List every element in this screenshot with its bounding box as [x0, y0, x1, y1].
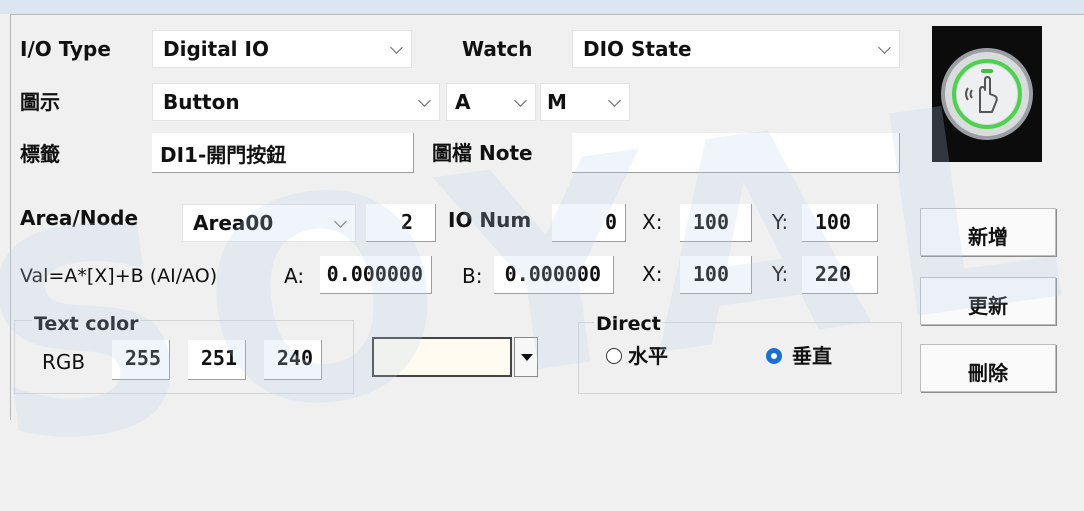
x2-value: 100: [692, 262, 729, 286]
rgb-b-input[interactable]: 240: [264, 340, 322, 380]
y2-value: 220: [814, 262, 851, 286]
x2-label: X:: [642, 262, 663, 286]
title-strip: [0, 0, 1084, 14]
rgb-b-value: 240: [276, 346, 313, 370]
x1-input[interactable]: 100: [680, 204, 752, 242]
note-input[interactable]: [572, 133, 900, 173]
update-button[interactable]: 更新: [920, 277, 1056, 325]
align-a-select[interactable]: A: [446, 83, 536, 121]
note-label: 圖檔 Note: [432, 141, 533, 165]
direct-title: Direct: [594, 312, 663, 336]
chevron-down-icon: [878, 41, 891, 54]
watch-value: DIO State: [583, 37, 692, 61]
chevron-down-icon: [514, 94, 527, 107]
add-button-label: 新增: [968, 225, 1008, 249]
rgb-label: RGB: [42, 350, 86, 374]
chevron-down-icon: [608, 94, 621, 107]
y2-label: Y:: [772, 262, 789, 286]
rgb-r-input[interactable]: 255: [112, 340, 170, 380]
io-num-input[interactable]: 0: [552, 204, 626, 242]
io-type-select[interactable]: Digital IO: [152, 30, 412, 68]
chevron-down-icon: [390, 41, 403, 54]
b-label: B:: [462, 264, 483, 288]
a-value: 0.000000: [326, 262, 423, 286]
x1-value: 100: [692, 210, 729, 234]
io-type-value: Digital IO: [163, 37, 269, 61]
delete-button-label: 刪除: [968, 361, 1008, 385]
a-input[interactable]: 0.000000: [320, 256, 432, 294]
caret-down-icon: [521, 354, 533, 361]
x2-input[interactable]: 100: [680, 256, 752, 294]
rgb-g-value: 251: [200, 346, 237, 370]
y1-label: Y:: [772, 210, 789, 234]
x1-label: X:: [642, 210, 663, 234]
y1-value: 100: [814, 210, 851, 234]
tag-input[interactable]: DI1-開門按鈕: [152, 133, 414, 173]
area-select[interactable]: Area00: [182, 204, 356, 242]
io-num-value: 0: [604, 210, 617, 234]
chevron-down-icon: [418, 94, 431, 107]
watch-select[interactable]: DIO State: [572, 30, 900, 68]
color-swatch[interactable]: [372, 337, 512, 377]
color-dropdown-button[interactable]: [514, 337, 538, 377]
a-label: A:: [284, 264, 305, 288]
chevron-down-icon: [334, 215, 347, 228]
y2-input[interactable]: 220: [802, 256, 878, 294]
rgb-r-value: 255: [124, 346, 161, 370]
area-value: Area00: [193, 211, 274, 235]
area-node-label: Area/Node: [20, 206, 139, 230]
icon-value: Button: [163, 90, 240, 114]
watch-label: Watch: [462, 37, 533, 61]
horizontal-radio[interactable]: [606, 348, 622, 364]
add-button[interactable]: 新增: [920, 208, 1056, 256]
formula-label: Val=A*[X]+B (AI/AO): [20, 265, 218, 287]
align-m-value: M: [547, 90, 567, 114]
vertical-label: 垂直: [792, 344, 832, 368]
update-button-label: 更新: [968, 294, 1008, 318]
icon-select[interactable]: Button: [152, 83, 440, 121]
node-value: 2: [400, 210, 413, 234]
y1-input[interactable]: 100: [802, 204, 878, 242]
delete-button[interactable]: 刪除: [920, 344, 1056, 392]
b-input[interactable]: 0.000000: [494, 256, 614, 294]
hand-touch-icon: [941, 48, 1033, 140]
io-type-label: I/O Type: [20, 37, 111, 61]
tag-value: DI1-開門按鈕: [160, 143, 287, 167]
icon-label: 圖示: [20, 90, 60, 114]
text-color-title: Text color: [32, 312, 141, 336]
b-value: 0.000000: [504, 262, 601, 286]
tag-label: 標籤: [20, 142, 60, 166]
io-num-label: IO Num: [448, 208, 532, 232]
node-input[interactable]: 2: [366, 204, 436, 242]
vertical-radio[interactable]: [766, 348, 782, 364]
horizontal-label: 水平: [628, 344, 668, 368]
align-a-value: A: [455, 90, 471, 114]
rgb-g-input[interactable]: 251: [188, 340, 246, 380]
icon-preview: [932, 26, 1042, 162]
align-m-select[interactable]: M: [540, 83, 630, 121]
